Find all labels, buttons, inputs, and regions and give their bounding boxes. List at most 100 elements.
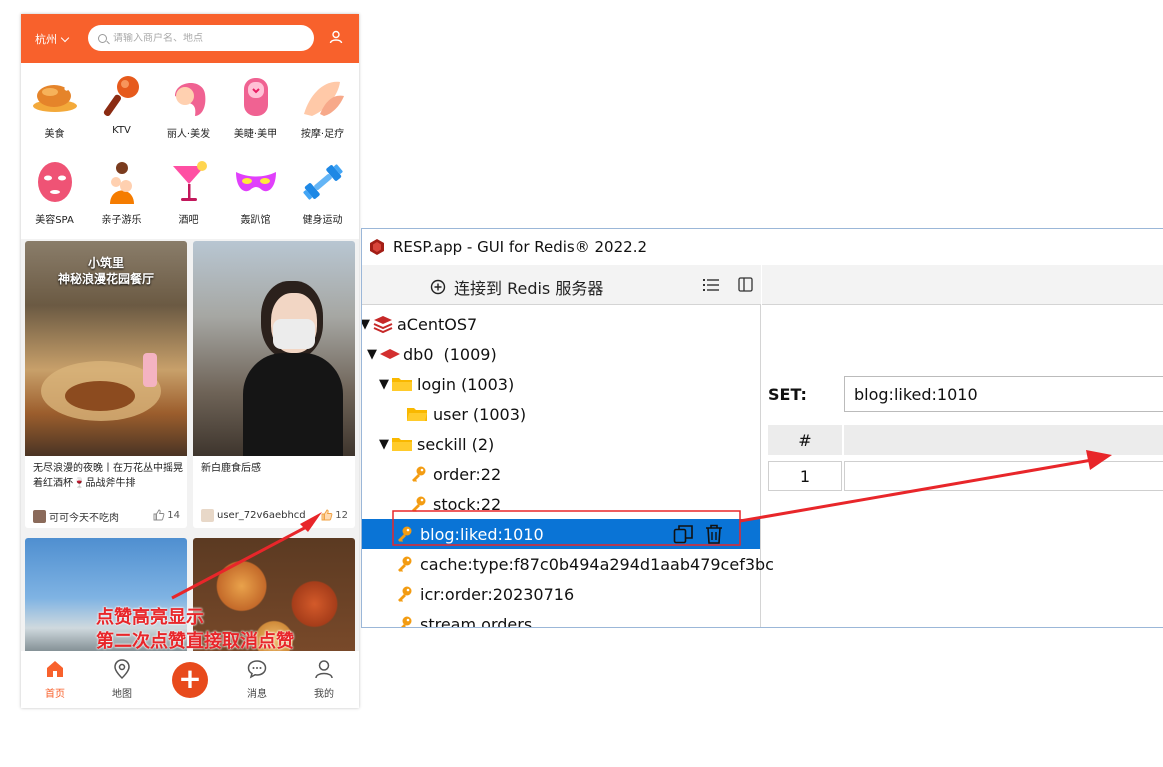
window-title: RESP.app - GUI for Redis® 2022.2 (393, 238, 648, 256)
category-item[interactable]: 轰趴馆 (222, 159, 289, 226)
category-item[interactable]: 亲子游乐 (88, 159, 155, 226)
copy-icon[interactable] (673, 524, 695, 544)
mobile-app-screen: 杭州 美食 KTV 丽人·美发 (21, 14, 359, 708)
expand-arrow-icon: ▼ (379, 376, 389, 392)
tab-label: 首页 (45, 689, 65, 700)
key-icon (398, 586, 412, 602)
photo-caption-line2: 神秘浪漫花园餐厅 (57, 272, 154, 286)
trash-icon[interactable] (705, 524, 723, 544)
category-item[interactable]: 美食 (21, 73, 88, 140)
redis-stack-icon (373, 316, 393, 334)
key-icon (412, 496, 426, 512)
like-count: 12 (335, 509, 348, 521)
family-icon (99, 159, 145, 205)
tree-key[interactable]: cache:type:f87c0b494a294d1aab479cef3bc (396, 549, 774, 579)
folder-name: seckill (417, 434, 467, 454)
tree-key-selected[interactable]: blog:liked:1010 (362, 519, 760, 549)
folder-name: login (417, 374, 456, 394)
tab-label: 地图 (112, 689, 132, 700)
thumbs-up-icon (153, 509, 165, 521)
column-header-value (844, 425, 1163, 455)
tree-key[interactable]: order:22 (410, 459, 501, 489)
server-name: aCentOS7 (397, 314, 478, 334)
expand-arrow-icon: ▼ (367, 346, 377, 362)
split-panel-icon[interactable] (738, 277, 753, 292)
connections-panel: 连接到 Redis 服务器 ▼ aCentOS7 ▼ db0 (1009) ▼ … (362, 265, 774, 628)
chevron-down-icon (60, 33, 70, 42)
tab-profile[interactable]: 我的 (299, 659, 349, 700)
tree-folder[interactable]: ▼ seckill (2) (379, 429, 494, 459)
search-icon (98, 33, 107, 43)
home-icon (47, 661, 63, 677)
microphone-icon (99, 73, 145, 119)
connect-server-button[interactable]: 连接到 Redis 服务器 (430, 275, 603, 299)
list-view-icon[interactable] (703, 278, 719, 292)
key-icon (412, 466, 426, 482)
tree-folder[interactable]: user (1003) (406, 399, 526, 429)
tab-label: 我的 (314, 689, 334, 700)
party-mask-icon (233, 159, 279, 205)
message-icon (247, 660, 267, 679)
tab-messages[interactable]: 消息 (232, 659, 282, 700)
profile-icon (315, 660, 333, 679)
like-count: 14 (167, 509, 180, 521)
key-name: stock:22 (433, 494, 502, 514)
category-item[interactable]: 美睫·美甲 (222, 73, 289, 140)
search-box[interactable] (88, 25, 314, 51)
blog-card[interactable]: 新白鹿食后感 user_72v6aebhcd 12 (193, 241, 355, 528)
blog-author[interactable]: 可可今天不吃肉 (33, 509, 119, 524)
row-value[interactable] (844, 461, 1163, 491)
tree-server[interactable]: ▼ aCentOS7 (362, 309, 478, 339)
key-icon (401, 616, 412, 627)
blog-title: 无尽浪漫的夜晚丨在万花丛中摇晃着红酒杯🍷品战斧牛排 (33, 463, 183, 489)
db-count: (1009) (443, 344, 497, 364)
folder-icon (392, 378, 412, 391)
folder-icon (392, 438, 412, 451)
db-name: db0 (403, 344, 434, 364)
blog-author[interactable]: user_72v6aebhcd (201, 509, 306, 522)
folder-count: (1003) (472, 404, 527, 424)
add-post-button[interactable]: + (172, 662, 208, 698)
user-icon[interactable] (329, 30, 343, 44)
hair-salon-icon (166, 73, 212, 119)
category-item[interactable]: 酒吧 (155, 159, 222, 226)
annotation-text: 点赞高亮显示 第二次点赞直接取消点赞 (96, 606, 294, 654)
thumbs-up-icon (321, 509, 333, 521)
category-grid: 美食 KTV 丽人·美发 美睫·美甲 按摩·足疗 美容SPA 亲子游乐 酒吧 轰… (21, 63, 359, 239)
category-item[interactable]: 按摩·足疗 (289, 73, 356, 140)
search-input[interactable] (113, 32, 293, 44)
roast-chicken-icon (32, 73, 78, 119)
avatar (33, 510, 46, 523)
add-circle-icon (430, 279, 446, 295)
like-button[interactable]: 14 (153, 509, 180, 521)
category-item[interactable]: 健身运动 (289, 159, 356, 226)
key-name-field[interactable]: blog:liked:1010 (844, 376, 1163, 412)
blog-photo (193, 241, 355, 456)
category-item[interactable]: 美容SPA (21, 159, 88, 226)
tree-key[interactable]: stock:22 (410, 489, 501, 519)
tree-database[interactable]: ▼ db0 (1009) (367, 339, 497, 369)
massage-icon (300, 73, 346, 119)
key-name: stream.orders (420, 614, 533, 628)
category-item[interactable]: 丽人·美发 (155, 73, 222, 140)
tree-folder[interactable]: ▼ login (1003) (379, 369, 514, 399)
key-name: order:22 (433, 464, 502, 484)
tree-key[interactable]: icr:order:20230716 (396, 579, 574, 609)
tree-key[interactable]: stream.orders (396, 609, 533, 628)
tab-home[interactable]: 首页 (30, 659, 80, 700)
key-icon (398, 556, 412, 572)
annotation-line1: 点赞高亮显示 (96, 607, 204, 628)
folder-open-icon (407, 408, 427, 421)
tab-map[interactable]: 地图 (97, 659, 147, 700)
row-index: 1 (768, 461, 842, 491)
key-name: blog:liked:1010 (420, 524, 544, 544)
blog-card[interactable]: 小筑里 神秘浪漫花园餐厅 无尽浪漫的夜晚丨在万花丛中摇晃着红酒杯🍷品战斧牛排 可… (25, 241, 187, 528)
author-name: 可可今天不吃肉 (49, 513, 119, 524)
key-name: cache:type:f87c0b494a294d1aab479cef3bc (420, 554, 774, 574)
resp-logo-icon (370, 239, 384, 255)
city-selector[interactable]: 杭州 (35, 31, 70, 47)
category-item[interactable]: KTV (88, 73, 155, 136)
header-bar: 杭州 (21, 14, 359, 63)
like-button[interactable]: 12 (321, 509, 348, 521)
connect-label: 连接到 Redis 服务器 (454, 279, 604, 298)
